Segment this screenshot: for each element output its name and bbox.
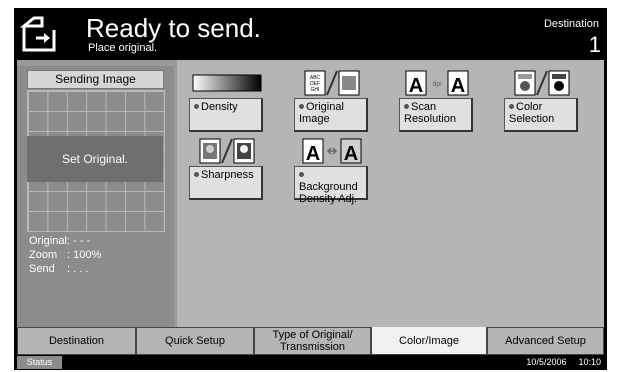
- density-gradient-icon: [189, 70, 265, 96]
- tab-destination-label: Destination: [48, 335, 105, 347]
- sending-image-panel: Sending Image Set Original. Original: - …: [17, 66, 174, 327]
- tab-quick-setup[interactable]: Quick Setup: [136, 327, 254, 355]
- status-button[interactable]: Status: [17, 356, 62, 369]
- time-text: 10:10: [578, 357, 601, 367]
- destination-label: Destination: [543, 18, 599, 30]
- color-selection-button[interactable]: Color Selection: [504, 98, 578, 132]
- date-text: 10/5/2006: [526, 357, 567, 367]
- info-value: : . . .: [67, 263, 89, 275]
- color-selection-icon: [504, 70, 580, 96]
- send-screen: Ready to send. Place original. Destinati…: [14, 8, 607, 370]
- tab-advanced-setup[interactable]: Advanced Setup: [487, 327, 604, 355]
- info-zoom: Zoom : 100%: [29, 248, 169, 262]
- density-label: Density: [201, 101, 238, 113]
- info-value: : - - -: [67, 235, 91, 247]
- header: Ready to send. Place original. Destinati…: [14, 8, 607, 60]
- sharpness-icon: [189, 138, 265, 164]
- page-title: Ready to send.: [86, 13, 261, 43]
- datetime: 10/5/2006 10:10: [526, 356, 601, 369]
- density-button[interactable]: Density: [189, 98, 263, 132]
- page-subtitle: Place original.: [88, 42, 158, 54]
- sharpness-button[interactable]: Sharpness: [189, 166, 263, 200]
- svg-text:A: A: [306, 143, 320, 164]
- main-body: Sending Image Set Original. Original: - …: [17, 60, 604, 327]
- svg-text:GHI: GHI: [311, 87, 320, 93]
- svg-text:A: A: [344, 143, 358, 164]
- sending-image-title: Sending Image: [27, 70, 164, 89]
- preview-info: Original: - - - Zoom : 100% Send : . . .: [29, 234, 169, 276]
- info-original: Original: - - -: [29, 234, 169, 248]
- svg-text:dpi: dpi: [432, 81, 442, 88]
- sharpness-label: Sharpness: [201, 169, 254, 181]
- tab-type-of-original[interactable]: Type of Original/ Transmission: [254, 327, 371, 355]
- svg-text:A: A: [409, 75, 423, 96]
- function-panel: Density ABC DEF GHI Original Image A dpi…: [177, 60, 604, 327]
- send-document-icon: [19, 14, 60, 54]
- scan-resolution-button[interactable]: Scan Resolution: [399, 98, 473, 132]
- scan-resolution-label: Scan Resolution: [404, 101, 456, 125]
- original-image-button[interactable]: Original Image: [294, 98, 368, 132]
- info-send: Send : . . .: [29, 262, 169, 276]
- original-image-label: Original Image: [299, 101, 344, 125]
- scan-resolution-icon: A dpi A: [399, 70, 475, 96]
- tab-bar: Destination Quick Setup Type of Original…: [17, 327, 604, 355]
- info-key: Send: [29, 263, 55, 275]
- color-selection-label: Color Selection: [509, 101, 555, 125]
- tab-type-of-original-label: Type of Original/ Transmission: [272, 329, 353, 353]
- destination-count: 1: [588, 32, 601, 57]
- status-bar: Status 10/5/2006 10:10: [14, 355, 607, 370]
- info-key: Original: [29, 235, 67, 247]
- info-key: Zoom: [29, 249, 58, 261]
- background-density-button[interactable]: Background Density Adj.: [294, 166, 368, 205]
- background-density-label: Background Density Adj.: [299, 181, 358, 205]
- set-original-message: Set Original.: [27, 136, 163, 182]
- original-image-icon: ABC DEF GHI: [294, 70, 370, 96]
- tab-advanced-setup-label: Advanced Setup: [505, 335, 586, 347]
- tab-color-image-label: Color/Image: [399, 334, 459, 347]
- tab-quick-setup-label: Quick Setup: [165, 335, 225, 347]
- background-density-icon: A A: [294, 138, 370, 164]
- info-value: : 100%: [67, 249, 102, 261]
- tab-destination[interactable]: Destination: [17, 327, 136, 355]
- tab-color-image[interactable]: Color/Image: [371, 327, 487, 355]
- svg-text:A: A: [451, 75, 465, 96]
